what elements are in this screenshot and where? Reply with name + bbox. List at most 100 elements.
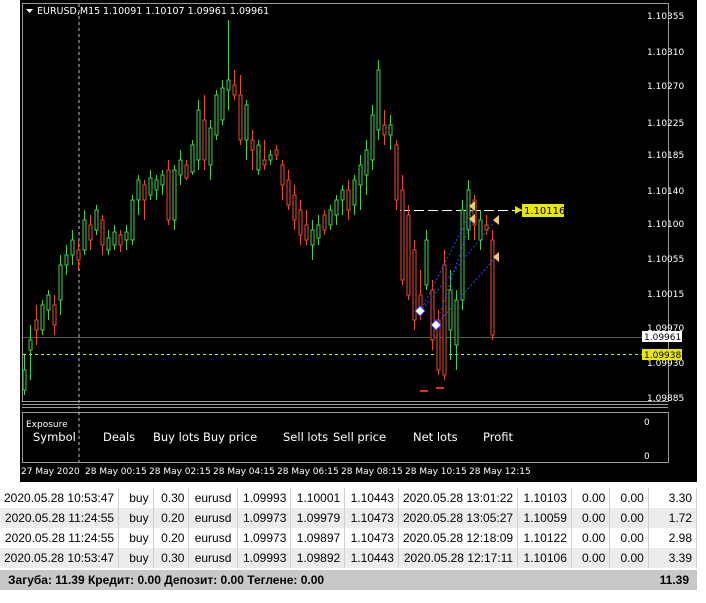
candle-body: [376, 69, 381, 131]
table-cell: 3.30: [648, 488, 698, 508]
candle-body: [412, 249, 417, 321]
candle-body: [352, 179, 357, 206]
svg-text:28 May 02:15: 28 May 02:15: [149, 467, 211, 477]
bid-price-label: 1.09961: [644, 333, 681, 343]
svg-text:Buy price: Buy price: [203, 430, 257, 444]
summary-total: 11.39: [659, 573, 689, 587]
candle-body: [490, 239, 495, 336]
candle-body: [238, 94, 243, 141]
candle-body: [64, 254, 69, 266]
candle-body: [442, 264, 447, 376]
table-cell: 1.72: [648, 508, 698, 528]
candle-body: [484, 224, 489, 231]
table-cell: 2020.05.28 12:18:09: [398, 528, 519, 548]
candle-body: [232, 84, 237, 96]
candle-body: [82, 219, 87, 251]
price-chart[interactable]: EURUSD,M15 1.10091 1.10107 1.09961 1.099…: [20, 0, 697, 482]
candle-body: [394, 144, 399, 201]
svg-text:Sell lots: Sell lots: [283, 430, 328, 444]
candle-body: [406, 214, 411, 296]
summary-bar: Загуба: 11.39 Кредит: 0.00 Депозит: 0.00…: [0, 570, 697, 590]
candle-body: [46, 294, 51, 311]
table-row[interactable]: 2020.05.28 10:53:47 buy 0.30 eurusd 1.09993 1…: [0, 548, 698, 568]
candle-body: [88, 224, 93, 241]
candle-body: [340, 189, 345, 201]
candle-body: [226, 79, 231, 91]
table-cell: 0.00: [609, 528, 649, 548]
svg-text:Symbol: Symbol: [33, 430, 76, 444]
table-cell: 2020.05.28 12:17:11: [398, 548, 519, 568]
candle-body: [154, 179, 159, 191]
summary-text: Загуба: 11.39 Кредит: 0.00 Депозит: 0.00…: [8, 573, 325, 587]
table-cell: 2020.05.28 11:24:55: [0, 528, 120, 548]
trades-table: 2020.05.28 10:53:47 buy 0.30 eurusd 1.09993 1…: [0, 488, 698, 568]
svg-text:1.10225: 1.10225: [647, 119, 684, 129]
svg-text:1.10185: 1.10185: [647, 151, 684, 161]
svg-text:28 May 04:15: 28 May 04:15: [213, 467, 275, 477]
table-cell: 1.10059: [517, 508, 572, 528]
chart-title: EURUSD,M15: [37, 6, 100, 17]
table-cell: buy: [118, 548, 154, 568]
table-cell: buy: [118, 508, 154, 528]
candle-body: [70, 239, 75, 256]
candle-body: [292, 194, 297, 221]
candle-body: [346, 189, 351, 211]
candle-body: [310, 229, 315, 246]
table-row[interactable]: 2020.05.28 11:24:55 buy 0.20 eurusd 1.09973 1…: [0, 528, 698, 548]
candle-body: [106, 237, 111, 251]
table-cell: 1.10473: [344, 508, 399, 528]
candle-body: [148, 177, 153, 196]
candle-body: [382, 124, 387, 136]
table-cell: 3.39: [648, 548, 698, 568]
candle-body: [280, 164, 285, 186]
table-row[interactable]: 2020.05.28 10:53:47 buy 0.30 eurusd 1.09993 1…: [0, 488, 698, 508]
svg-text:28 May 00:15: 28 May 00:15: [85, 467, 147, 477]
table-cell: 0.00: [571, 488, 611, 508]
table-cell: 1.10443: [344, 488, 399, 508]
svg-text:28 May 08:15: 28 May 08:15: [341, 467, 403, 477]
table-cell: 2020.05.28 13:05:27: [398, 508, 519, 528]
candle-body: [136, 179, 141, 201]
table-cell: 1.10473: [344, 528, 399, 548]
table-cell: 1.10122: [517, 528, 572, 548]
candle-body: [124, 231, 129, 241]
chart-canvas[interactable]: EURUSD,M15 1.10091 1.10107 1.09961 1.099…: [20, 0, 697, 482]
candle-body: [370, 114, 375, 161]
candle-body: [286, 179, 291, 206]
candle-body: [214, 94, 219, 136]
candle-body: [400, 189, 405, 281]
candle-body: [58, 264, 63, 301]
table-cell: eurusd: [188, 548, 238, 568]
table-cell: 0.00: [609, 488, 649, 508]
svg-text:1.10015: 1.10015: [647, 290, 684, 300]
candle-body: [28, 339, 33, 351]
table-cell: 1.09979: [290, 508, 346, 528]
table-cell: 0.00: [571, 548, 611, 568]
table-row[interactable]: 2020.05.28 11:24:55 buy 0.20 eurusd 1.09973 1…: [0, 508, 698, 528]
candle-body: [454, 299, 459, 346]
candle-body: [196, 109, 201, 161]
table-cell: 1.09993: [237, 488, 292, 508]
table-cell: 1.10001: [290, 488, 346, 508]
svg-text:1.10100: 1.10100: [647, 220, 684, 230]
table-cell: 1.10106: [517, 548, 572, 568]
svg-text:Sell price: Sell price: [333, 430, 386, 444]
candle-body: [388, 124, 393, 136]
candle-body: [112, 231, 117, 246]
candle-body: [316, 224, 321, 239]
candle-body: [364, 149, 369, 176]
svg-text:Net lots: Net lots: [413, 430, 458, 444]
candle-body: [190, 144, 195, 173]
candle-body: [466, 189, 471, 231]
svg-text:1.10055: 1.10055: [647, 255, 684, 265]
candle-body: [334, 199, 339, 216]
candle-body: [76, 249, 81, 261]
table-cell: 1.10103: [517, 488, 572, 508]
table-cell: buy: [118, 488, 154, 508]
table-cell: eurusd: [188, 508, 238, 528]
candle-body: [208, 127, 213, 166]
table-cell: 2020.05.28 11:24:55: [0, 508, 120, 528]
table-cell: 0.00: [571, 508, 611, 528]
candle-body: [304, 224, 309, 241]
candle-body: [298, 209, 303, 236]
